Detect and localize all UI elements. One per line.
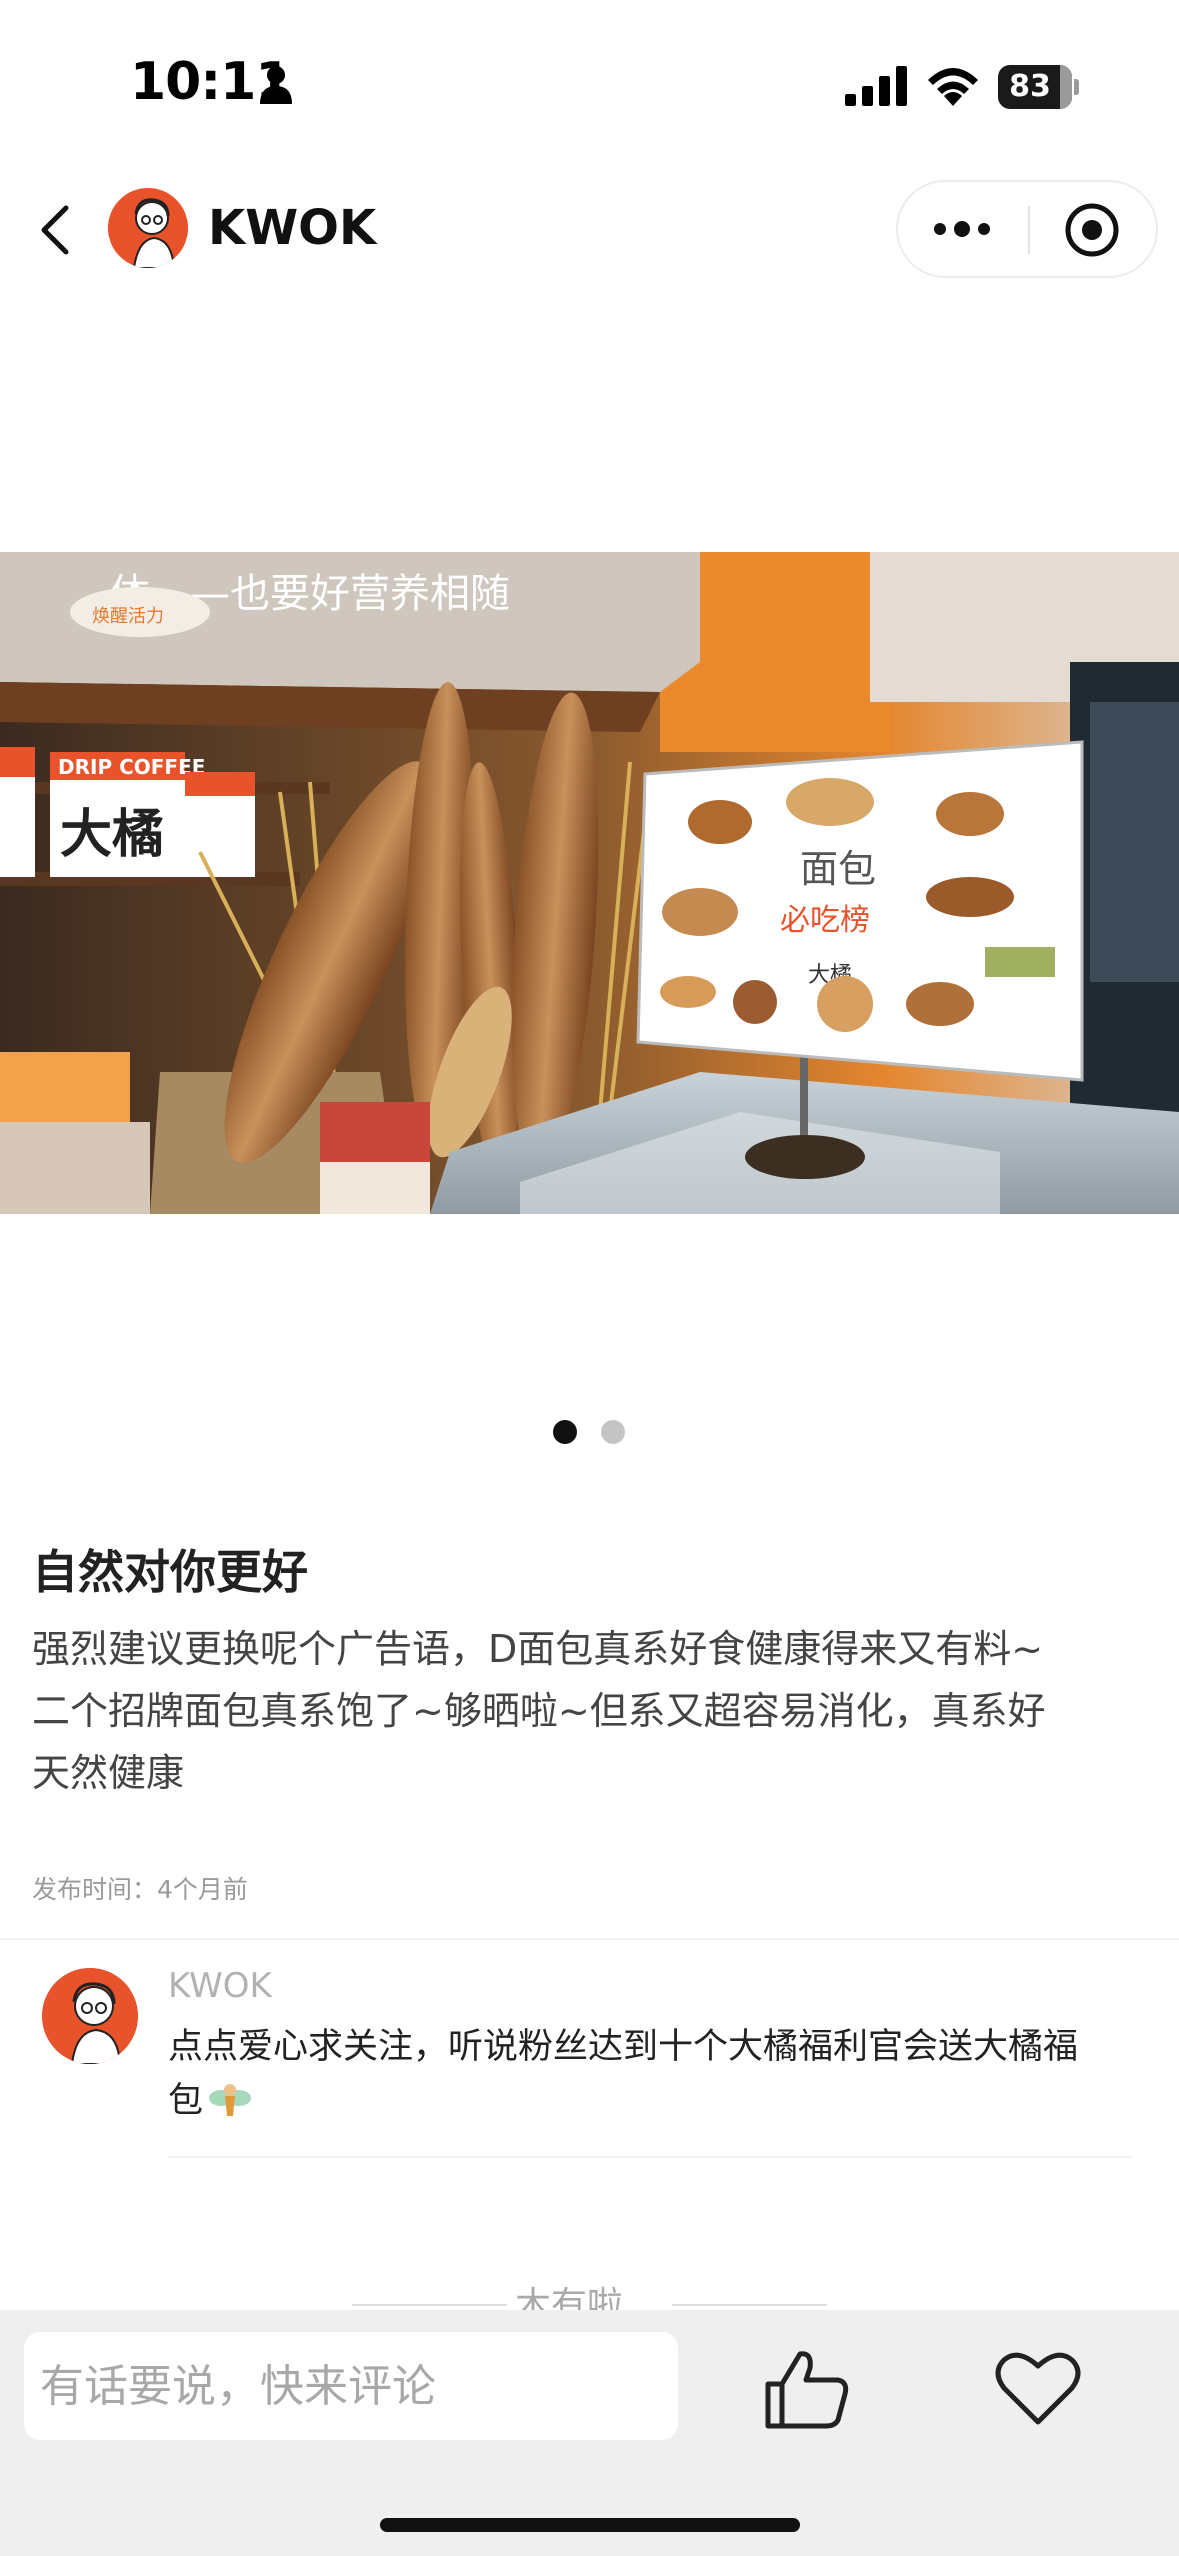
comment-author: KWOK (168, 1966, 272, 2006)
banner-tag: 焕醒活力 (92, 606, 164, 627)
comment-text-line: 点点爱心求关注，听说粉丝达到十个大橘福利官会送大橘福 (168, 2027, 1079, 2067)
home-indicator (380, 2518, 800, 2532)
battery-level: 83 (1009, 69, 1051, 104)
coffee-box-label: DRIP COFFEE (58, 755, 205, 779)
bottom-bar (0, 2310, 1179, 2556)
more-dots-icon[interactable] (918, 196, 1006, 262)
fairy-emoji-icon (209, 2084, 252, 2116)
post-photo[interactable]: 体——也要好营养相随 焕醒活力 DRIP COFFEE 大橘 面包 必吃榜 大橘 (0, 552, 1179, 1214)
thumbs-up-icon[interactable] (760, 2346, 852, 2432)
nav-bar: KWOK (0, 170, 1179, 290)
divider (168, 2156, 1132, 2158)
status-bar: 10:11 83 (0, 0, 1179, 170)
comment-text-line-2: 包 (168, 2074, 1128, 2128)
coffee-brand-sign: 大橘 (60, 805, 164, 865)
end-line (352, 2304, 507, 2306)
menu-subtitle: 必吃榜 (780, 903, 870, 938)
post-title: 自然对你更好 (32, 1545, 308, 1599)
close-target-icon[interactable] (1056, 194, 1128, 266)
nav-title: KWOK (208, 200, 377, 256)
heart-icon[interactable] (994, 2346, 1082, 2428)
signal-icon (845, 66, 907, 106)
mini-program-capsule (896, 180, 1158, 278)
end-line (672, 2304, 827, 2306)
post-body-line: 二个招牌面包真系饱了~够晒啦~但系又超容易消化，真系好 (32, 1689, 1046, 1733)
carousel-dot[interactable] (601, 1420, 625, 1444)
back-arrow-icon[interactable] (28, 200, 88, 260)
battery-icon: 83 (998, 65, 1079, 109)
comment-input[interactable] (24, 2332, 678, 2440)
person-icon (260, 66, 292, 104)
post-time: 发布时间：4个月前 (32, 1875, 248, 1904)
capsule-divider (1028, 206, 1030, 254)
post-body-line: 强烈建议更换呢个广告语，D面包真系好食健康得来又有料~ (32, 1627, 1044, 1671)
menu-title: 面包 (800, 847, 876, 891)
divider (0, 1938, 1179, 1940)
carousel-dot-active[interactable] (553, 1420, 577, 1444)
carousel-indicator (0, 1420, 1179, 1444)
avatar[interactable] (108, 188, 188, 268)
comment-text-line: 包 (168, 2081, 204, 2121)
post-body-line: 天然健康 (32, 1751, 185, 1795)
wifi-icon (928, 68, 978, 106)
post-body: 强烈建议更换呢个广告语，D面包真系好食健康得来又有料~ 二个招牌面包真系饱了~够… (32, 1618, 1152, 1804)
comment-avatar[interactable] (42, 1968, 138, 2064)
comment-text: 点点爱心求关注，听说粉丝达到十个大橘福利官会送大橘福 包 (168, 2020, 1128, 2128)
